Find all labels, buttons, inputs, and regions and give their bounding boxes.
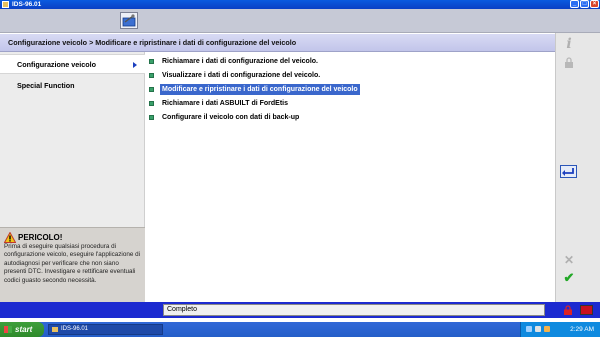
- toolbox-icon: [122, 14, 136, 27]
- window-title: IDS-96.01: [12, 1, 42, 8]
- status-bar: Completo: [0, 302, 600, 318]
- back-arrow-icon[interactable]: [560, 165, 577, 178]
- list-item-label: Richiamare i dati ASBUILT di FordEtis: [162, 100, 289, 107]
- volume-icon[interactable]: [535, 326, 541, 332]
- app-icon: [52, 327, 58, 332]
- options-list: Richiamare i dati di configurazione del …: [145, 52, 555, 302]
- tray-app-icon[interactable]: [544, 326, 550, 332]
- sidebar-item-label: Configurazione veicolo: [17, 60, 97, 69]
- lock-icon[interactable]: [562, 57, 576, 71]
- window-titlebar: IDS-96.01 _ □ ×: [0, 0, 600, 9]
- info-icon[interactable]: i: [562, 37, 576, 51]
- sidebar-item-label: Special Function: [17, 81, 75, 90]
- bullet-icon: [149, 115, 154, 120]
- bullet-icon: [149, 87, 154, 92]
- toolbar: [0, 9, 600, 33]
- sidebar-item-configurazione-veicolo[interactable]: Configurazione veicolo: [0, 54, 145, 74]
- bullet-icon: [149, 101, 154, 106]
- windows-logo-icon: [4, 326, 12, 333]
- warning-text: Prima di eseguire qualsiasi procedura di…: [4, 243, 140, 284]
- chevron-right-icon: [133, 62, 137, 68]
- taskbar-item-ids[interactable]: IDS-96.01: [48, 324, 163, 335]
- start-button[interactable]: start: [0, 322, 44, 337]
- confirm-check-icon[interactable]: ✔: [562, 271, 576, 285]
- breadcrumb-header: Configurazione veicolo > Modificare e ri…: [0, 34, 555, 52]
- list-item-label: Visualizzare i dati di configurazione de…: [162, 72, 321, 79]
- list-item-label: Richiamare i dati di configurazione del …: [162, 58, 318, 65]
- network-icon[interactable]: [526, 326, 532, 332]
- exit-icon[interactable]: [580, 305, 593, 315]
- list-item-label: Modificare e ripristinare i dati di conf…: [160, 84, 360, 95]
- warning-icon: [4, 232, 16, 243]
- warning-title: PERICOLO!: [18, 233, 63, 242]
- clock: 2:29 AM: [570, 326, 594, 333]
- system-tray: 2:29 AM: [520, 322, 600, 337]
- sidebar-item-special-function[interactable]: Special Function: [0, 76, 145, 96]
- lock-icon[interactable]: [563, 305, 573, 315]
- bullet-icon: [149, 59, 154, 64]
- close-button[interactable]: ×: [590, 0, 599, 8]
- list-item-label: Configurare il veicolo con dati di back-…: [162, 114, 300, 121]
- cancel-x-icon[interactable]: ✕: [562, 253, 576, 267]
- taskbar-item-label: IDS-96.01: [61, 326, 89, 332]
- sidebar: Configurazione veicolo Special Function: [0, 52, 145, 227]
- right-toolbar: i ✕ ✔: [555, 33, 600, 318]
- taskbar: start IDS-96.01 2:29 AM: [0, 322, 600, 337]
- warning-panel: PERICOLO! Prima di eseguire qualsiasi pr…: [0, 227, 145, 302]
- bullet-icon: [149, 73, 154, 78]
- window-controls: _ □ ×: [570, 0, 599, 9]
- toolbox-button[interactable]: [120, 12, 138, 29]
- status-text: Completo: [163, 304, 545, 316]
- minimize-button[interactable]: _: [570, 0, 579, 8]
- breadcrumb: Configurazione veicolo > Modificare e ri…: [8, 38, 297, 47]
- app-icon: [2, 1, 9, 8]
- start-label: start: [15, 325, 33, 334]
- maximize-button[interactable]: □: [580, 0, 589, 8]
